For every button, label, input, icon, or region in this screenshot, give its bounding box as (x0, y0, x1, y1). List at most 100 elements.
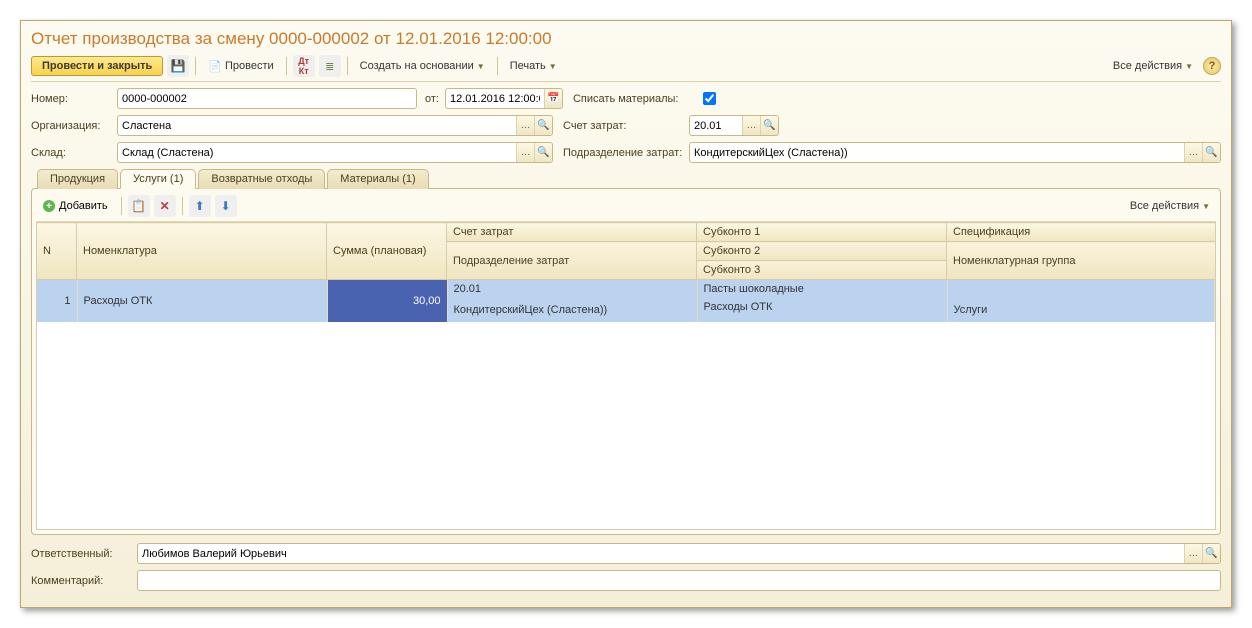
lookup-icon[interactable]: 🔍 (534, 143, 552, 162)
cell-schet[interactable]: 20.01 (447, 280, 697, 298)
write-off-checkbox[interactable] (703, 92, 716, 105)
col-podrazd[interactable]: Подразделение затрат (447, 242, 697, 280)
org-label: Организация: (31, 120, 111, 132)
number-input-wrap (117, 88, 417, 109)
post-and-close-button[interactable]: Провести и закрыть (31, 56, 163, 76)
structure-icon[interactable]: ≣ (319, 55, 341, 77)
dept-label: Подразделение затрат: (563, 147, 683, 159)
main-toolbar: Провести и закрыть 💾 📄 Провести ДтКт ≣ С… (31, 55, 1221, 82)
cell-sub2[interactable]: Расходы ОТК (697, 298, 947, 316)
account-input[interactable] (690, 116, 742, 135)
create-based-on-label: Создать на основании (360, 60, 474, 72)
comment-input[interactable] (138, 571, 1220, 590)
plus-icon: + (43, 200, 55, 212)
col-schet[interactable]: Счет затрат (447, 223, 697, 242)
tab-toolbar: + Добавить 📋 ✕ ⬆ ⬇ Все действия ▼ (36, 193, 1216, 222)
dept-input[interactable] (690, 143, 1184, 162)
org-input-wrap: … 🔍 (117, 115, 553, 136)
cell-n[interactable]: 1 (37, 280, 77, 322)
col-sum[interactable]: Сумма (плановая) (327, 223, 447, 280)
add-button[interactable]: + Добавить (36, 197, 115, 215)
chevron-down-icon: ▼ (1202, 202, 1210, 211)
warehouse-input-wrap: … 🔍 (117, 142, 553, 163)
org-input[interactable] (118, 116, 516, 135)
col-spec[interactable]: Спецификация (947, 223, 1216, 242)
save-icon[interactable]: 💾 (167, 55, 189, 77)
ellipsis-icon[interactable]: … (742, 116, 760, 135)
cell-nomen[interactable]: Расходы ОТК (77, 280, 327, 322)
lookup-icon[interactable]: 🔍 (760, 116, 778, 135)
responsible-input[interactable] (138, 544, 1184, 563)
warehouse-input[interactable] (118, 143, 516, 162)
col-nomgrp[interactable]: Номенклатурная группа (947, 242, 1216, 280)
tab-all-actions-button[interactable]: Все действия ▼ (1124, 198, 1216, 214)
cell-spec[interactable] (947, 280, 1215, 298)
col-sub2[interactable]: Субконто 2 (697, 242, 947, 261)
document-icon: 📄 (208, 60, 222, 73)
tab-products[interactable]: Продукция (37, 169, 118, 189)
cell-nomgrp[interactable]: Услуги (947, 298, 1215, 322)
print-button[interactable]: Печать ▼ (504, 58, 563, 74)
grid-body-wrap[interactable]: 1 Расходы ОТК 30,00 20.01 Пасты шоколадн… (36, 280, 1216, 530)
tab-pane-services: + Добавить 📋 ✕ ⬆ ⬇ Все действия ▼ N Номе… (31, 188, 1221, 535)
lookup-icon[interactable]: 🔍 (1202, 143, 1220, 162)
add-label: Добавить (59, 200, 108, 212)
cell-sum[interactable]: 30,00 (327, 280, 447, 322)
grid-body: 1 Расходы ОТК 30,00 20.01 Пасты шоколадн… (37, 280, 1215, 322)
ellipsis-icon[interactable]: … (1184, 544, 1202, 563)
chevron-down-icon: ▼ (477, 62, 485, 71)
copy-icon[interactable]: 📋 (128, 195, 150, 217)
separator (347, 57, 348, 75)
col-sub3[interactable]: Субконто 3 (697, 261, 947, 280)
document-window: Отчет производства за смену 0000-000002 … (20, 20, 1232, 608)
grid-header: N Номенклатура Сумма (плановая) Счет зат… (36, 222, 1216, 280)
responsible-input-wrap: … 🔍 (137, 543, 1221, 564)
cell-sub1[interactable]: Пасты шоколадные (697, 280, 947, 298)
tab-returns[interactable]: Возвратные отходы (198, 169, 325, 189)
form-row-sklad: Склад: … 🔍 Подразделение затрат: … 🔍 (31, 142, 1221, 163)
lookup-icon[interactable]: 🔍 (1202, 544, 1220, 563)
separator (286, 57, 287, 75)
date-input[interactable] (446, 89, 544, 108)
move-up-icon[interactable]: ⬆ (189, 195, 211, 217)
write-off-label: Списать материалы: (573, 93, 693, 105)
ellipsis-icon[interactable]: … (1184, 143, 1202, 162)
calendar-icon[interactable]: 📅 (544, 89, 562, 108)
col-nomen[interactable]: Номенклатура (77, 223, 327, 280)
responsible-label: Ответственный: (31, 548, 131, 560)
cell-sub3[interactable] (697, 316, 947, 322)
create-based-on-button[interactable]: Создать на основании ▼ (354, 58, 491, 74)
tab-services[interactable]: Услуги (1) (120, 169, 196, 189)
chevron-down-icon: ▼ (549, 62, 557, 71)
comment-row: Комментарий: (31, 570, 1221, 591)
account-input-wrap: … 🔍 (689, 115, 779, 136)
comment-input-wrap (137, 570, 1221, 591)
separator (121, 197, 122, 215)
all-actions-button[interactable]: Все действия ▼ (1107, 58, 1199, 74)
cell-podrazd[interactable]: КондитерскийЦех (Сластена)) (447, 298, 697, 322)
post-button[interactable]: 📄 Провести (202, 58, 279, 75)
ellipsis-icon[interactable]: … (516, 143, 534, 162)
tab-bar: Продукция Услуги (1) Возвратные отходы М… (31, 169, 1221, 189)
delete-icon[interactable]: ✕ (154, 195, 176, 217)
tab-materials[interactable]: Материалы (1) (327, 169, 428, 189)
separator (182, 197, 183, 215)
warehouse-label: Склад: (31, 147, 111, 159)
number-input[interactable] (118, 89, 416, 108)
move-down-icon[interactable]: ⬇ (215, 195, 237, 217)
col-sub1[interactable]: Субконто 1 (697, 223, 947, 242)
print-label: Печать (510, 60, 546, 72)
table-row[interactable]: 1 Расходы ОТК 30,00 20.01 Пасты шоколадн… (37, 280, 1215, 298)
from-label: от: (425, 93, 439, 105)
post-button-label: Провести (225, 60, 274, 72)
account-label: Счет затрат: (563, 120, 683, 132)
chevron-down-icon: ▼ (1185, 62, 1193, 71)
separator (195, 57, 196, 75)
col-n[interactable]: N (37, 223, 77, 280)
ellipsis-icon[interactable]: … (516, 116, 534, 135)
dt-kt-icon[interactable]: ДтКт (293, 55, 315, 77)
help-icon[interactable]: ? (1203, 57, 1221, 75)
lookup-icon[interactable]: 🔍 (534, 116, 552, 135)
window-title: Отчет производства за смену 0000-000002 … (31, 29, 1221, 49)
number-label: Номер: (31, 93, 111, 105)
